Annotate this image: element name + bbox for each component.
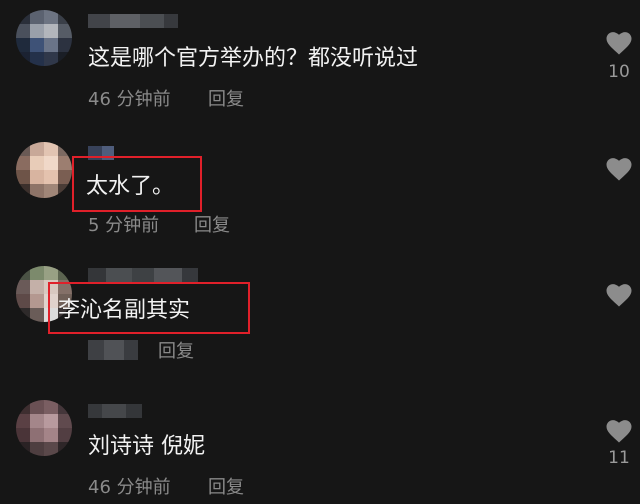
reply-button[interactable]: 回复 bbox=[158, 340, 194, 364]
comment-timestamp: 46 分钟前 bbox=[88, 89, 171, 110]
comment-item-2: 太水了。 5 分钟前 回复 bbox=[0, 130, 640, 250]
avatar[interactable] bbox=[16, 400, 72, 456]
highlight-box bbox=[48, 282, 250, 334]
comment-item-4: 刘诗诗 倪妮 46 分钟前 回复 11 bbox=[0, 390, 640, 504]
comment-timestamp: 5 分钟前 bbox=[88, 215, 160, 236]
comment-item-1: 这是哪个官方举办的？都没听说过 46 分钟前 回复 10 bbox=[0, 0, 640, 120]
username-blurred[interactable] bbox=[88, 268, 198, 282]
avatar[interactable] bbox=[16, 142, 72, 198]
username-blurred[interactable] bbox=[88, 14, 178, 28]
like-button[interactable] bbox=[604, 154, 634, 182]
comment-item-3: 李沁名副其实 回复 bbox=[0, 256, 640, 376]
comment-text: 刘诗诗 倪妮 bbox=[88, 434, 205, 459]
like-button[interactable] bbox=[604, 280, 634, 308]
heart-icon bbox=[606, 32, 632, 55]
heart-icon bbox=[606, 420, 632, 443]
like-button[interactable]: 10 bbox=[604, 28, 634, 82]
heart-icon bbox=[606, 158, 632, 181]
heart-icon bbox=[606, 284, 632, 307]
like-count: 10 bbox=[608, 62, 630, 82]
reply-button[interactable]: 回复 bbox=[208, 476, 244, 500]
timestamp-blurred bbox=[88, 340, 138, 360]
like-button[interactable]: 11 bbox=[604, 416, 634, 468]
reply-button[interactable]: 回复 bbox=[194, 214, 230, 238]
username-blurred[interactable] bbox=[88, 404, 142, 418]
comment-timestamp: 46 分钟前 bbox=[88, 477, 171, 498]
highlight-box bbox=[72, 156, 202, 212]
like-count: 11 bbox=[608, 448, 630, 468]
avatar[interactable] bbox=[16, 10, 72, 66]
reply-button[interactable]: 回复 bbox=[208, 88, 244, 112]
comment-text: 这是哪个官方举办的？都没听说过 bbox=[88, 46, 419, 71]
